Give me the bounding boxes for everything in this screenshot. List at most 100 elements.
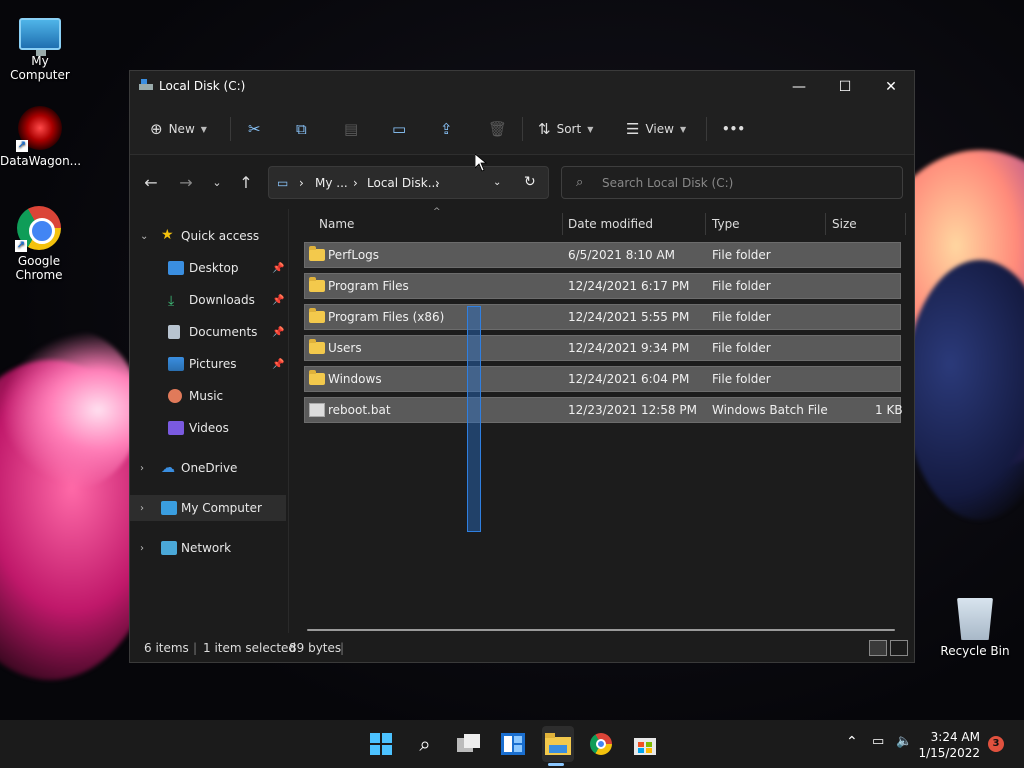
sidebar-item-music[interactable]: Music [130, 383, 286, 409]
column-label: Date modified [568, 217, 654, 231]
notification-badge[interactable]: 3 [988, 736, 1004, 752]
forward-button[interactable]: → [175, 173, 197, 192]
widgets-button[interactable] [499, 730, 527, 758]
file-row-users[interactable]: Users 12/24/2021 9:34 PM File folder [304, 335, 901, 361]
refresh-icon[interactable]: ↻ [524, 174, 536, 190]
store-taskbar-button[interactable] [631, 730, 659, 758]
scissors-icon: ✂ [248, 119, 261, 138]
file-row-program-files-x86[interactable]: Program Files (x86) 12/24/2021 5:55 PM F… [304, 304, 901, 330]
desktop-icon-recycle-bin[interactable]: Recycle Bin [935, 598, 1015, 658]
trash-icon: 🗑 [488, 119, 508, 138]
column-header-type[interactable]: Type [712, 209, 740, 239]
clock-date: 1/15/2022 [918, 746, 980, 760]
search-icon: ⌕ [419, 732, 431, 756]
navigation-bar: ← → ⌄ ↑ ▭ › My ... › Local Disk... › ⌄ ↻… [130, 155, 914, 209]
desktop-icon-chrome[interactable]: ↗ Google Chrome [0, 206, 78, 282]
sort-label: Sort [556, 122, 582, 136]
sidebar-item-pictures[interactable]: Pictures 📌 [130, 351, 286, 377]
sidebar-item-downloads[interactable]: ⤓ Downloads 📌 [130, 287, 286, 313]
file-type: File folder [712, 372, 771, 386]
task-view-button[interactable] [455, 730, 483, 758]
file-name: Windows [328, 372, 382, 386]
status-divider: | [193, 640, 198, 655]
copy-button[interactable]: ⧉ [296, 115, 307, 143]
up-button[interactable]: ↑ [235, 173, 257, 192]
show-hidden-icons-button[interactable]: ⌃ [846, 734, 858, 750]
sidebar-label: Downloads [189, 293, 255, 307]
back-button[interactable]: ← [140, 173, 162, 192]
file-date: 12/24/2021 5:55 PM [568, 310, 690, 324]
pin-icon: 📌 [272, 294, 285, 306]
plus-circle-icon: ⊕ [150, 119, 163, 138]
column-label: Size [832, 217, 857, 231]
search-placeholder: Search Local Disk (C:) [602, 176, 734, 190]
breadcrumb-separator: › [299, 176, 304, 190]
sidebar-item-documents[interactable]: Documents 📌 [130, 319, 286, 345]
sidebar-item-onedrive[interactable]: › ☁ OneDrive [130, 455, 286, 481]
file-row-windows[interactable]: Windows 12/24/2021 6:04 PM File folder [304, 366, 901, 392]
file-row-program-files[interactable]: Program Files 12/24/2021 6:17 PM File fo… [304, 273, 901, 299]
paste-button[interactable]: ▤ [344, 115, 358, 143]
breadcrumb-local-disk[interactable]: Local Disk... [367, 176, 439, 190]
tiles-view-button[interactable] [890, 640, 908, 656]
column-header-size[interactable]: Size [832, 209, 857, 239]
desktop-icon-label: DataWagon... [0, 154, 82, 168]
cloud-icon: ☁ [161, 460, 175, 476]
address-bar[interactable]: ▭ › My ... › Local Disk... › ⌄ ↻ [268, 166, 549, 199]
details-view-button[interactable] [869, 640, 887, 656]
new-button[interactable]: ⊕ New ▼ [150, 115, 207, 143]
title-bar[interactable]: Local Disk (C:) — ☐ ✕ [130, 71, 914, 103]
desktop-icon-my-computer[interactable]: My Computer [0, 10, 80, 82]
chrome-taskbar-button[interactable] [587, 730, 615, 758]
horizontal-scrollbar[interactable] [307, 629, 895, 631]
pictures-icon [168, 357, 184, 371]
start-button[interactable] [367, 730, 395, 758]
column-header-date[interactable]: Date modified [568, 209, 653, 239]
selection-marquee [467, 306, 481, 532]
file-type: File folder [712, 341, 771, 355]
desktop-icon-label: My Computer [10, 54, 70, 82]
sidebar-item-network[interactable]: › Network [130, 535, 286, 561]
monitor-icon [161, 501, 177, 515]
search-box[interactable]: ⌕ Search Local Disk (C:) [561, 166, 903, 199]
cut-button[interactable]: ✂ [248, 115, 261, 143]
more-options-button[interactable]: ••• [722, 115, 745, 143]
minimize-button[interactable]: — [776, 71, 822, 103]
file-explorer-taskbar-button[interactable] [542, 726, 574, 762]
desktop-icon-datawagon[interactable]: ↗ DataWagon... [0, 106, 82, 168]
sidebar-item-my-computer[interactable]: › My Computer [130, 495, 286, 521]
column-label: Type [712, 217, 740, 231]
music-icon [168, 389, 182, 403]
network-status-icon[interactable]: ▭ [872, 734, 884, 749]
volume-icon[interactable]: 🔈 [896, 734, 912, 749]
status-bar: 6 items | 1 item selected 89 bytes | [130, 633, 914, 662]
sidebar-item-desktop[interactable]: Desktop 📌 [130, 255, 286, 281]
maximize-button[interactable]: ☐ [822, 71, 868, 103]
view-button[interactable]: ☰ View ▼ [626, 115, 686, 143]
share-button[interactable]: ⇪ [440, 115, 453, 143]
task-view-icon [457, 734, 480, 752]
column-header-name[interactable]: Name [319, 209, 354, 239]
recent-locations-button[interactable]: ⌄ [206, 176, 228, 189]
file-row-perflogs[interactable]: PerfLogs 6/5/2021 8:10 AM File folder [304, 242, 901, 268]
breadcrumb-my-computer[interactable]: My ... [315, 176, 348, 190]
sort-button[interactable]: ⇅ Sort ▼ [538, 115, 593, 143]
status-divider: | [340, 640, 345, 655]
delete-button[interactable]: 🗑 [488, 115, 507, 143]
address-dropdown-icon[interactable]: ⌄ [493, 177, 501, 188]
rename-button[interactable]: ▭ [392, 115, 406, 143]
file-row-reboot-bat[interactable]: reboot.bat 12/23/2021 12:58 PM Windows B… [304, 397, 903, 423]
file-type: File folder [712, 248, 771, 262]
sidebar-item-quick-access[interactable]: ⌄ ★ Quick access [130, 223, 286, 249]
recycle-bin-icon [957, 598, 993, 640]
folder-icon [309, 370, 325, 385]
sidebar-item-videos[interactable]: Videos [130, 415, 286, 441]
file-name: Program Files [328, 279, 409, 293]
sidebar-label: Documents [189, 325, 258, 339]
view-label: View [645, 122, 674, 136]
sidebar-label: Desktop [189, 261, 239, 275]
search-button[interactable]: ⌕ [411, 730, 439, 758]
windows-logo-icon [370, 733, 392, 755]
system-clock[interactable]: 3:24 AM 1/15/2022 [918, 729, 980, 761]
close-button[interactable]: ✕ [868, 71, 914, 103]
